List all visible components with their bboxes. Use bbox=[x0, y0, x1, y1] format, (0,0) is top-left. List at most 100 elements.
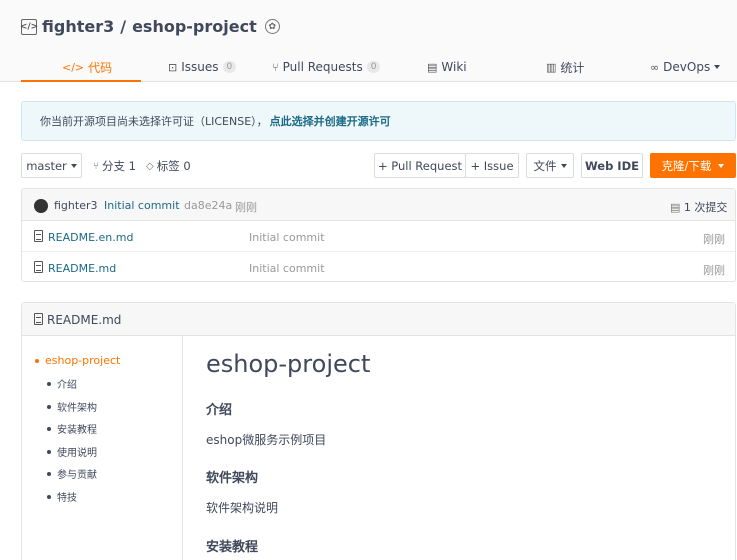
toc-label: 特技 bbox=[57, 493, 77, 504]
toc-item[interactable]: 参与贡献 bbox=[47, 466, 97, 481]
toc-item[interactable]: 特技 bbox=[47, 489, 77, 504]
toc-item[interactable]: 介绍 bbox=[47, 376, 77, 391]
avatar[interactable] bbox=[34, 199, 48, 213]
file-commit-message[interactable]: Initial commit bbox=[249, 231, 325, 244]
repo-separator: / bbox=[120, 17, 127, 36]
active-tab-indicator bbox=[21, 80, 141, 82]
chart-icon: ▥ bbox=[546, 60, 557, 74]
commit-message-link[interactable]: Initial commit bbox=[104, 199, 180, 212]
section-body: 软件架构说明 bbox=[206, 501, 279, 515]
bullet-icon bbox=[47, 449, 51, 454]
readme-panel: README.md eshop-project 介绍 软件架构 安装教程 使用说… bbox=[21, 302, 736, 560]
devops-icon: ∞ bbox=[650, 60, 660, 74]
pull-requests-count-badge: 0 bbox=[366, 61, 381, 73]
tab-code[interactable]: </> 代码 bbox=[62, 52, 112, 82]
file-icon bbox=[34, 230, 43, 242]
toc-label: 软件架构 bbox=[57, 403, 97, 414]
commit-author-link[interactable]: fighter3 bbox=[54, 199, 97, 212]
repo-title: </> fighter3 / eshop-project ✿ bbox=[20, 17, 280, 36]
commit-time: 刚刚 bbox=[235, 201, 257, 214]
file-commit-time: 刚刚 bbox=[703, 233, 725, 246]
section-body: eshop微服务示例项目 bbox=[206, 433, 327, 447]
tab-label: 统计 bbox=[560, 60, 585, 75]
tab-label: Pull Requests bbox=[282, 60, 363, 74]
tab-stats[interactable]: ▥ 统计 bbox=[546, 52, 584, 82]
file-name-link[interactable]: README.md bbox=[48, 262, 116, 275]
section-heading: 安装教程 bbox=[206, 540, 259, 555]
repo-header: </> fighter3 / eshop-project ✿ </> 代码 ⊡ … bbox=[0, 0, 737, 82]
files-button-label: 文件 bbox=[533, 158, 557, 173]
bullet-icon bbox=[47, 494, 51, 499]
file-list: fighter3 Initial commit da8e24a 刚刚 ▤ 1 次… bbox=[21, 188, 736, 282]
section-heading: 软件架构 bbox=[206, 471, 259, 486]
commits-icon: ▤ bbox=[670, 201, 681, 214]
tab-wiki[interactable]: ▤ Wiki bbox=[427, 52, 467, 82]
toc-item[interactable]: 安装教程 bbox=[47, 421, 97, 436]
code-repo-icon: </> bbox=[20, 18, 38, 35]
chevron-down-icon bbox=[714, 65, 721, 69]
bullet-icon bbox=[47, 471, 51, 476]
commit-hash-link[interactable]: da8e24a bbox=[184, 199, 232, 212]
code-icon: </> bbox=[62, 60, 85, 74]
pull-request-icon: ⑂ bbox=[272, 60, 279, 74]
toc-label: 介绍 bbox=[57, 380, 77, 391]
license-notice: 你当前开源项目尚未选择许可证（LICENSE）， 点此选择并创建开源许可 bbox=[21, 101, 736, 141]
latest-commit-bar: fighter3 Initial commit da8e24a 刚刚 ▤ 1 次… bbox=[22, 189, 735, 221]
file-icon bbox=[34, 313, 43, 325]
bullet-icon bbox=[47, 381, 51, 386]
file-row[interactable]: README.en.md Initial commit 刚刚 bbox=[22, 221, 735, 252]
repo-tabs: </> 代码 ⊡ Issues 0 ⑂ Pull Requests 0 ▤ Wi… bbox=[0, 52, 737, 82]
license-notice-text: 你当前开源项目尚未选择许可证（LICENSE）， bbox=[40, 115, 268, 128]
section-heading: 介绍 bbox=[206, 403, 233, 418]
readme-header: README.md bbox=[22, 303, 735, 336]
toc-label: 参与贡献 bbox=[57, 470, 97, 481]
file-commit-time: 刚刚 bbox=[703, 264, 725, 277]
files-dropdown-button[interactable]: 文件 bbox=[526, 153, 574, 178]
branches-label: 分支 1 bbox=[102, 159, 136, 173]
file-name-link[interactable]: README.en.md bbox=[48, 231, 133, 244]
bullet-icon bbox=[47, 404, 51, 409]
toc-label: 安装教程 bbox=[57, 425, 97, 436]
chevron-down-icon bbox=[70, 163, 77, 168]
create-license-link[interactable]: 点此选择并创建开源许可 bbox=[270, 113, 391, 129]
chevron-down-icon bbox=[560, 163, 567, 168]
tab-label: 代码 bbox=[88, 60, 113, 75]
file-commit-message[interactable]: Initial commit bbox=[249, 262, 325, 275]
branch-select[interactable]: master bbox=[21, 153, 82, 178]
tags-label: 标签 0 bbox=[156, 159, 191, 173]
commit-count-link[interactable]: ▤ 1 次提交 bbox=[670, 199, 727, 215]
toc-item[interactable]: eshop-project bbox=[35, 354, 120, 367]
recommend-badge-icon[interactable]: ✿ bbox=[264, 19, 280, 34]
tab-devops[interactable]: ∞ DevOps bbox=[650, 52, 721, 82]
repo-name-link[interactable]: eshop-project bbox=[132, 17, 257, 36]
toc-label: eshop-project bbox=[45, 354, 121, 367]
tags-link[interactable]: ◇ 标签 0 bbox=[146, 158, 191, 174]
bullet-icon bbox=[47, 426, 51, 431]
new-pull-request-button[interactable]: + Pull Request bbox=[374, 153, 466, 178]
tab-label: Issues bbox=[181, 60, 219, 74]
toc-item[interactable]: 软件架构 bbox=[47, 399, 97, 414]
clone-button-label: 克隆/下载 bbox=[661, 158, 712, 173]
file-icon bbox=[34, 261, 43, 273]
issues-icon: ⊡ bbox=[168, 60, 178, 74]
chevron-down-icon bbox=[718, 163, 725, 168]
wiki-icon: ▤ bbox=[427, 60, 438, 74]
issues-count-badge: 0 bbox=[222, 61, 237, 73]
tab-issues[interactable]: ⊡ Issues 0 bbox=[168, 52, 237, 82]
toc-label: 使用说明 bbox=[57, 448, 97, 459]
file-row[interactable]: README.md Initial commit 刚刚 bbox=[22, 252, 735, 283]
readme-filename: README.md bbox=[47, 313, 122, 327]
tab-label: Wiki bbox=[441, 60, 467, 74]
tab-label: DevOps bbox=[663, 60, 711, 74]
tab-pull-requests[interactable]: ⑂ Pull Requests 0 bbox=[272, 52, 381, 82]
new-issue-button[interactable]: + Issue bbox=[465, 153, 519, 178]
readme-toc: eshop-project 介绍 软件架构 安装教程 使用说明 参与贡献 特技 bbox=[22, 336, 183, 560]
readme-title: eshop-project bbox=[206, 350, 371, 378]
tag-icon: ◇ bbox=[146, 160, 154, 172]
clone-download-button[interactable]: 克隆/下载 bbox=[650, 153, 736, 178]
toc-item[interactable]: 使用说明 bbox=[47, 444, 97, 459]
branches-link[interactable]: ⑂ 分支 1 bbox=[93, 158, 136, 174]
web-ide-button[interactable]: Web IDE bbox=[581, 153, 643, 178]
repo-owner-link[interactable]: fighter3 bbox=[42, 17, 114, 36]
branch-icon: ⑂ bbox=[93, 160, 99, 172]
